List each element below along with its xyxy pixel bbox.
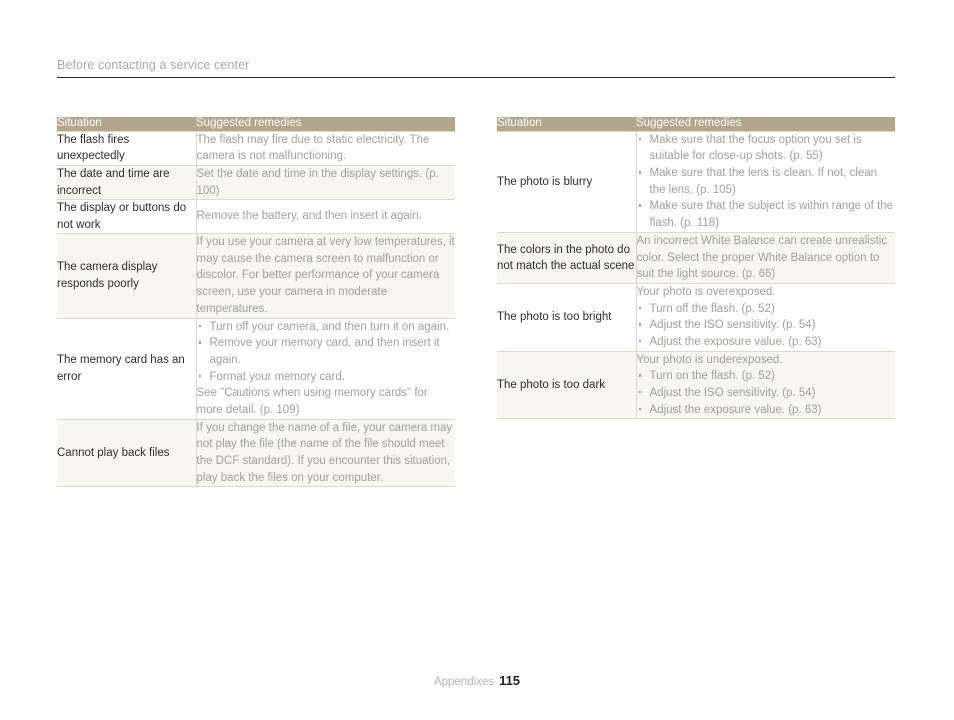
content-columns: Situation Suggested remedies The flash f… bbox=[0, 117, 954, 488]
troubleshooting-table-left: Situation Suggested remedies The flash f… bbox=[57, 117, 456, 488]
table-row: The display or buttons do not work Remove… bbox=[57, 199, 455, 235]
column-header-remedies: Suggested remedies bbox=[636, 117, 895, 132]
remedy-lead-text: If you change the name of a file, your c… bbox=[196, 421, 453, 484]
table-body-left: The flash fires unexpectedly The flash ma… bbox=[57, 130, 456, 488]
cell-situation: The memory card has an error bbox=[57, 317, 197, 420]
cell-remedy: The flash may fire due to static electri… bbox=[196, 130, 455, 167]
table-row: The colors in the photo do not match the… bbox=[497, 231, 895, 284]
remedy-bullet-item: Adjust the ISO sensitivity. (p. 54) bbox=[637, 317, 896, 334]
right-column: Situation Suggested remedies The photo i… bbox=[497, 117, 895, 487]
remedy-bullet-item: Adjust the exposure value. (p. 63) bbox=[637, 402, 896, 419]
remedy-lead-text: Set the date and time in the display set… bbox=[196, 168, 439, 197]
remedy-lead-text: The flash may fire due to static electri… bbox=[196, 133, 430, 163]
cell-situation: The photo is too bright bbox=[497, 282, 637, 352]
footer-page-number: 115 bbox=[499, 673, 521, 688]
remedy-lead-text: Your photo is overexposed. bbox=[636, 285, 776, 298]
troubleshooting-table-right: Situation Suggested remedies The photo i… bbox=[497, 117, 896, 420]
cell-remedy: If you change the name of a file, your c… bbox=[196, 418, 455, 488]
cell-remedy: Turn off your camera, and then turn it o… bbox=[196, 317, 456, 420]
cell-remedy: If you use your camera at very low tempe… bbox=[196, 233, 455, 319]
remedy-lead-text: If you use your camera at very low tempe… bbox=[196, 236, 455, 315]
column-header-situation: Situation bbox=[497, 117, 636, 132]
remedy-bullet-item: Make sure that the subject is within ran… bbox=[637, 198, 896, 231]
column-header-situation: Situation bbox=[57, 117, 196, 132]
remedy-bullet-item: Turn off the flash. (p. 52) bbox=[637, 301, 896, 318]
remedy-bullet-item: Make sure that the focus option you set … bbox=[637, 132, 896, 165]
page-header: Before contacting a service center bbox=[57, 58, 895, 78]
remedy-lead-text: Your photo is underexposed. bbox=[636, 353, 783, 366]
table-row: The flash fires unexpectedly The flash ma… bbox=[57, 130, 455, 167]
remedy-bullet-list: Turn off the flash. (p. 52) Adjust the IS… bbox=[637, 301, 896, 351]
cell-situation: The colors in the photo do not match the… bbox=[497, 231, 637, 284]
cell-situation: The photo is too dark bbox=[497, 350, 637, 420]
table-row: The photo is too dark Your photo is under… bbox=[497, 350, 896, 420]
footer-section-label: Appendixes bbox=[433, 676, 495, 688]
table-row: The photo is too bright Your photo is ove… bbox=[497, 282, 896, 352]
cell-situation: The display or buttons do not work bbox=[57, 199, 197, 235]
table-row: The camera display responds poorly If you… bbox=[57, 233, 455, 319]
remedy-bullet-list: Turn off your camera, and then turn it o… bbox=[197, 319, 456, 386]
cell-remedy: An incorrect White Balance can create un… bbox=[636, 231, 895, 284]
remedy-bullet-list: Turn on the flash. (p. 52) Adjust the ISO… bbox=[637, 368, 896, 418]
cell-situation: The camera display responds poorly bbox=[57, 233, 197, 319]
left-column: Situation Suggested remedies The flash f… bbox=[57, 117, 456, 488]
remedy-bullet-item: Remove your memory card, and then insert… bbox=[197, 335, 456, 368]
remedy-bullet-item: Adjust the exposure value. (p. 63) bbox=[637, 334, 896, 351]
cell-remedy: Remove the battery, and then insert it a… bbox=[196, 199, 455, 235]
remedy-bullet-item: Turn on the flash. (p. 52) bbox=[637, 368, 896, 385]
remedy-bullet-item: Adjust the ISO sensitivity. (p. 54) bbox=[637, 385, 896, 402]
column-header-remedies: Suggested remedies bbox=[196, 117, 455, 132]
cell-situation: Cannot play back files bbox=[57, 418, 197, 488]
cell-remedy: Your photo is underexposed. Turn on the f… bbox=[636, 350, 896, 420]
remedy-bullet-item: Format your memory card. bbox=[197, 369, 456, 386]
cell-remedy: Your photo is overexposed. Turn off the f… bbox=[636, 282, 896, 352]
table-row: The photo is blurry Make sure that the fo… bbox=[497, 130, 896, 233]
remedy-trail-text: See "Cautions when using memory cards" f… bbox=[196, 387, 428, 416]
header-divider bbox=[57, 77, 895, 78]
cell-situation: The flash fires unexpectedly bbox=[57, 130, 197, 167]
remedy-lead-text: An incorrect White Balance can create un… bbox=[636, 234, 888, 281]
page-title: Before contacting a service center bbox=[57, 58, 250, 72]
table-row: The date and time are incorrect Set the d… bbox=[57, 165, 455, 201]
remedy-lead-text: Remove the battery, and then insert it a… bbox=[196, 210, 422, 223]
table-header-row: Situation Suggested remedies bbox=[497, 117, 895, 132]
cell-remedy: Set the date and time in the display set… bbox=[196, 165, 455, 201]
cell-remedy: Make sure that the focus option you set … bbox=[636, 130, 896, 233]
table-row: The memory card has an error Turn off you… bbox=[57, 317, 456, 420]
cell-situation: The date and time are incorrect bbox=[57, 165, 197, 201]
table-row: Cannot play back files If you change the … bbox=[57, 418, 455, 488]
page-footer: Appendixes 115 bbox=[0, 672, 954, 690]
cell-situation: The photo is blurry bbox=[497, 130, 637, 233]
remedy-bullet-list: Make sure that the focus option you set … bbox=[637, 132, 896, 232]
table-header-row: Situation Suggested remedies bbox=[57, 117, 455, 132]
remedy-bullet-item: Turn off your camera, and then turn it o… bbox=[197, 319, 456, 336]
remedy-bullet-item: Make sure that the lens is clean. If not… bbox=[637, 165, 896, 198]
table-body-right: The photo is blurry Make sure that the fo… bbox=[497, 130, 896, 420]
